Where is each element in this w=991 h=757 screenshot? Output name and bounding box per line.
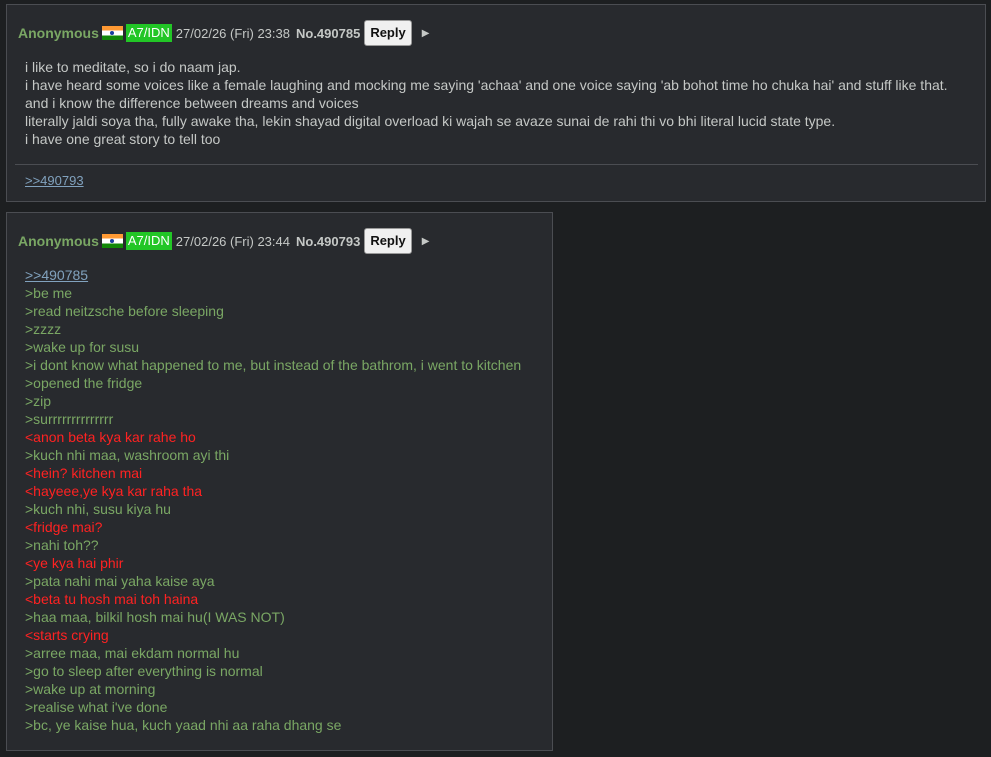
post-datetime: 27/02/26 (Fri) 23:38 <box>175 25 290 41</box>
backlinks: >>490793 <box>25 173 84 188</box>
greentext-line: >go to sleep after everything is normal <box>25 663 263 679</box>
post-info: Anonymous A7/IDN 27/02/26 (Fri) 23:44 No… <box>18 228 430 254</box>
india-flag-icon <box>101 26 123 40</box>
reply-button[interactable]: Reply <box>364 228 412 254</box>
greentext-line: >kuch nhi, susu kiya hu <box>25 501 171 517</box>
greentext-line: >opened the fridge <box>25 375 143 391</box>
post-info: Anonymous A7/IDN 27/02/26 (Fri) 23:38 No… <box>18 20 430 46</box>
post-490793: Anonymous A7/IDN 27/02/26 (Fri) 23:44 No… <box>6 212 553 751</box>
greentext-line: >realise what i've done <box>25 699 168 715</box>
redtext-line: <starts crying <box>25 627 109 643</box>
post-body: i like to meditate, so i do naam jap. i … <box>25 58 980 148</box>
backlink[interactable]: >>490793 <box>25 173 84 188</box>
greentext-line: >kuch nhi maa, washroom ayi thi <box>25 447 230 463</box>
reply-button[interactable]: Reply <box>364 20 412 46</box>
redtext-line: <ye kya hai phir <box>25 555 124 571</box>
greentext-line: >zip <box>25 393 52 409</box>
redtext-line: <hein? kitchen mai <box>25 465 143 481</box>
greentext-line: >zzzz <box>25 321 62 337</box>
triangle-right-icon[interactable]: ▶ <box>422 236 430 247</box>
greentext-line: >wake up for susu <box>25 339 140 355</box>
post-line: literally jaldi soya tha, fully awake th… <box>25 113 836 129</box>
post-datetime: 27/02/26 (Fri) 23:44 <box>175 233 290 249</box>
poster-id-badge[interactable]: A7/IDN <box>125 232 172 250</box>
greentext-line: >arree maa, mai ekdam normal hu <box>25 645 240 661</box>
greentext-line: >i dont know what happened to me, but in… <box>25 357 522 373</box>
redtext-line: <anon beta kya kar rahe ho <box>25 429 196 445</box>
poster-name: Anonymous <box>18 233 99 249</box>
india-flag-icon <box>101 234 123 248</box>
post-line: i have heard some voices like a female l… <box>25 77 948 93</box>
post-number[interactable]: No.490785 <box>296 26 360 41</box>
redtext-line: <hayeee,ye kya kar raha tha <box>25 483 203 499</box>
greentext-line: >be me <box>25 285 73 301</box>
triangle-right-icon[interactable]: ▶ <box>422 28 430 39</box>
greentext-line: >bc, ye kaise hua, kuch yaad nhi aa raha… <box>25 717 342 733</box>
post-line: i have one great story to tell too <box>25 131 221 147</box>
greentext-line: >nahi toh?? <box>25 537 99 553</box>
divider <box>15 164 978 165</box>
post-line: and i know the difference between dreams… <box>25 95 359 111</box>
poster-id-badge[interactable]: A7/IDN <box>125 24 172 42</box>
greentext-line: >read neitzsche before sleeping <box>25 303 224 319</box>
post-number[interactable]: No.490793 <box>296 234 360 249</box>
greentext-line: >haa maa, bilkil hosh mai hu(I WAS NOT) <box>25 609 285 625</box>
post-body: >>490785 >be me >read neitzsche before sl… <box>25 266 545 734</box>
redtext-line: <fridge mai? <box>25 519 103 535</box>
redtext-line: <beta tu hosh mai toh haina <box>25 591 199 607</box>
poster-name: Anonymous <box>18 25 99 41</box>
greentext-line: >surrrrrrrrrrrrrr <box>25 411 114 427</box>
quote-link[interactable]: >>490785 <box>25 267 88 283</box>
post-line: i like to meditate, so i do naam jap. <box>25 59 241 75</box>
post-490785: Anonymous A7/IDN 27/02/26 (Fri) 23:38 No… <box>6 4 986 202</box>
greentext-line: >wake up at morning <box>25 681 156 697</box>
greentext-line: >pata nahi mai yaha kaise aya <box>25 573 215 589</box>
